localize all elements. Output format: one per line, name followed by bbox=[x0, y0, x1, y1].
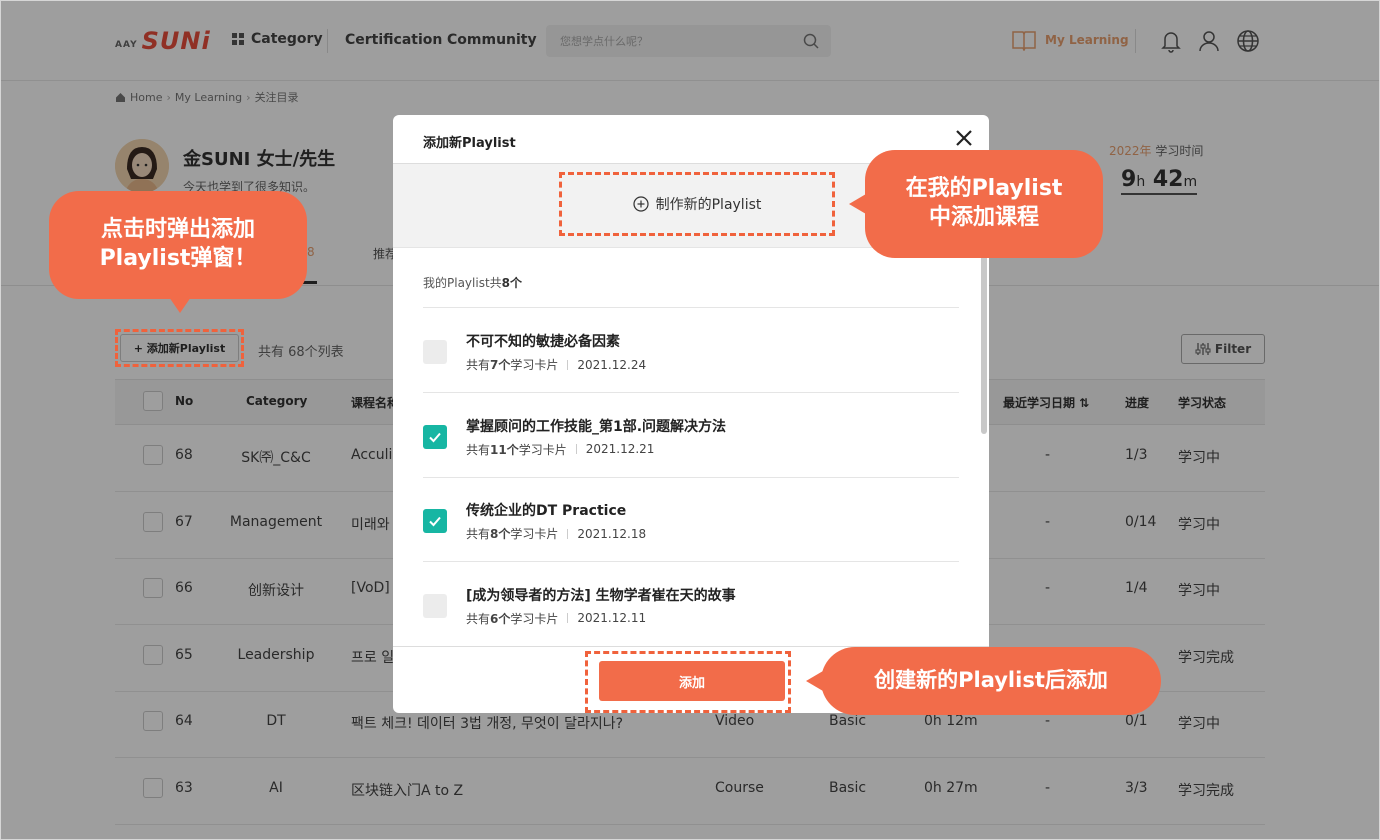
playlist-date: 2021.12.11 bbox=[577, 611, 647, 625]
playlist-meta: 共有 6个 学习卡片 2021.12.11 bbox=[466, 610, 646, 627]
cards-suffix: 学习卡片 bbox=[510, 358, 559, 372]
plus-circle-icon bbox=[633, 196, 649, 212]
cards-suffix: 学习卡片 bbox=[518, 442, 567, 457]
playlist-meta: 共有 7个 学习卡片 2021.12.24 bbox=[466, 356, 646, 373]
callout-line: Playlist弹窗！ bbox=[99, 246, 257, 271]
playlist-name: 掌握顾问的工作技能_第1部.问题解决方法 bbox=[466, 418, 727, 435]
playlist-checkbox[interactable] bbox=[423, 424, 447, 449]
modal-title: 添加新Playlist bbox=[423, 136, 516, 151]
check-icon bbox=[429, 516, 441, 527]
cards-prefix: 共有 bbox=[466, 611, 491, 626]
cards-count: 11个 bbox=[490, 442, 519, 457]
playlist-item[interactable]: [成为领导者的方法] 生物学者崔在天的故事 共有 6个 学习卡片 2021.12.11 bbox=[423, 562, 959, 646]
playlist-item[interactable]: 传统企业的DT Practice 共有 8个 学习卡片 2021.12.18 bbox=[423, 477, 959, 561]
playlist-checkbox[interactable] bbox=[423, 340, 447, 364]
cards-count: 7个 bbox=[490, 358, 511, 372]
check-icon bbox=[429, 432, 441, 442]
meta-separator bbox=[567, 528, 569, 539]
playlist-date: 2021.12.18 bbox=[577, 526, 647, 541]
create-playlist-button[interactable]: 制作新的Playlist bbox=[559, 172, 835, 236]
cards-prefix: 共有 bbox=[466, 527, 491, 541]
playlist-name: 传统企业的DT Practice bbox=[466, 503, 627, 519]
meta-separator bbox=[567, 613, 569, 623]
callout-tail bbox=[806, 671, 823, 691]
playlist-date: 2021.12.24 bbox=[577, 357, 647, 372]
callout-add-playlist: 点击时弹出添加 Playlist弹窗！ bbox=[49, 191, 307, 299]
cards-prefix: 共有 bbox=[466, 442, 491, 457]
playlist-count: 我的Playlist共8个 bbox=[423, 276, 523, 290]
callout-line: 在我的Playlist bbox=[905, 176, 1063, 202]
playlist-checkbox[interactable] bbox=[423, 509, 447, 533]
close-icon[interactable] bbox=[953, 127, 975, 149]
create-playlist-label: 制作新的Playlist bbox=[655, 197, 762, 213]
playlist-meta: 共有 11个 学习卡片 2021.12.21 bbox=[466, 441, 654, 458]
page-frame: AAY SUNi Category Certification Communit… bbox=[0, 0, 1380, 840]
cards-prefix: 共有 bbox=[466, 358, 491, 372]
playlist-name: [成为领导者的方法] 生物学者崔在天的故事 bbox=[466, 587, 736, 604]
callout-add-after-create: 创建新的Playlist后添加 bbox=[821, 647, 1161, 715]
callout-line: 中添加课程 bbox=[928, 205, 1039, 230]
callout-line: 点击时弹出添加 bbox=[100, 217, 255, 243]
playlist-item[interactable]: 掌握顾问的工作技能_第1部.问题解决方法 共有 11个 学习卡片 2021.12.21 bbox=[423, 393, 959, 477]
scrollbar[interactable] bbox=[981, 248, 987, 434]
add-button[interactable]: 添加 bbox=[599, 661, 785, 701]
highlight-outline bbox=[115, 329, 244, 367]
playlist-date: 2021.12.21 bbox=[585, 442, 655, 456]
playlist-checkbox[interactable] bbox=[423, 593, 447, 618]
playlist-meta: 共有 8个 学习卡片 2021.12.18 bbox=[466, 525, 646, 542]
meta-separator bbox=[567, 359, 569, 370]
playlist-name: 不可不知的敏捷必备因素 bbox=[466, 334, 620, 350]
meta-separator bbox=[575, 444, 577, 454]
callout-line: 创建新的Playlist后添加 bbox=[874, 668, 1108, 693]
callout-tail bbox=[849, 194, 866, 214]
callout-create-playlist: 在我的Playlist 中添加课程 bbox=[865, 150, 1103, 258]
cards-suffix: 学习卡片 bbox=[510, 611, 559, 626]
cards-count: 6个 bbox=[490, 611, 511, 626]
cards-suffix: 学习卡片 bbox=[510, 527, 559, 541]
cards-count: 8个 bbox=[490, 527, 511, 541]
playlist-item[interactable]: 不可不知的敏捷必备因素 共有 7个 学习卡片 2021.12.24 bbox=[423, 308, 959, 392]
callout-tail bbox=[169, 297, 191, 313]
